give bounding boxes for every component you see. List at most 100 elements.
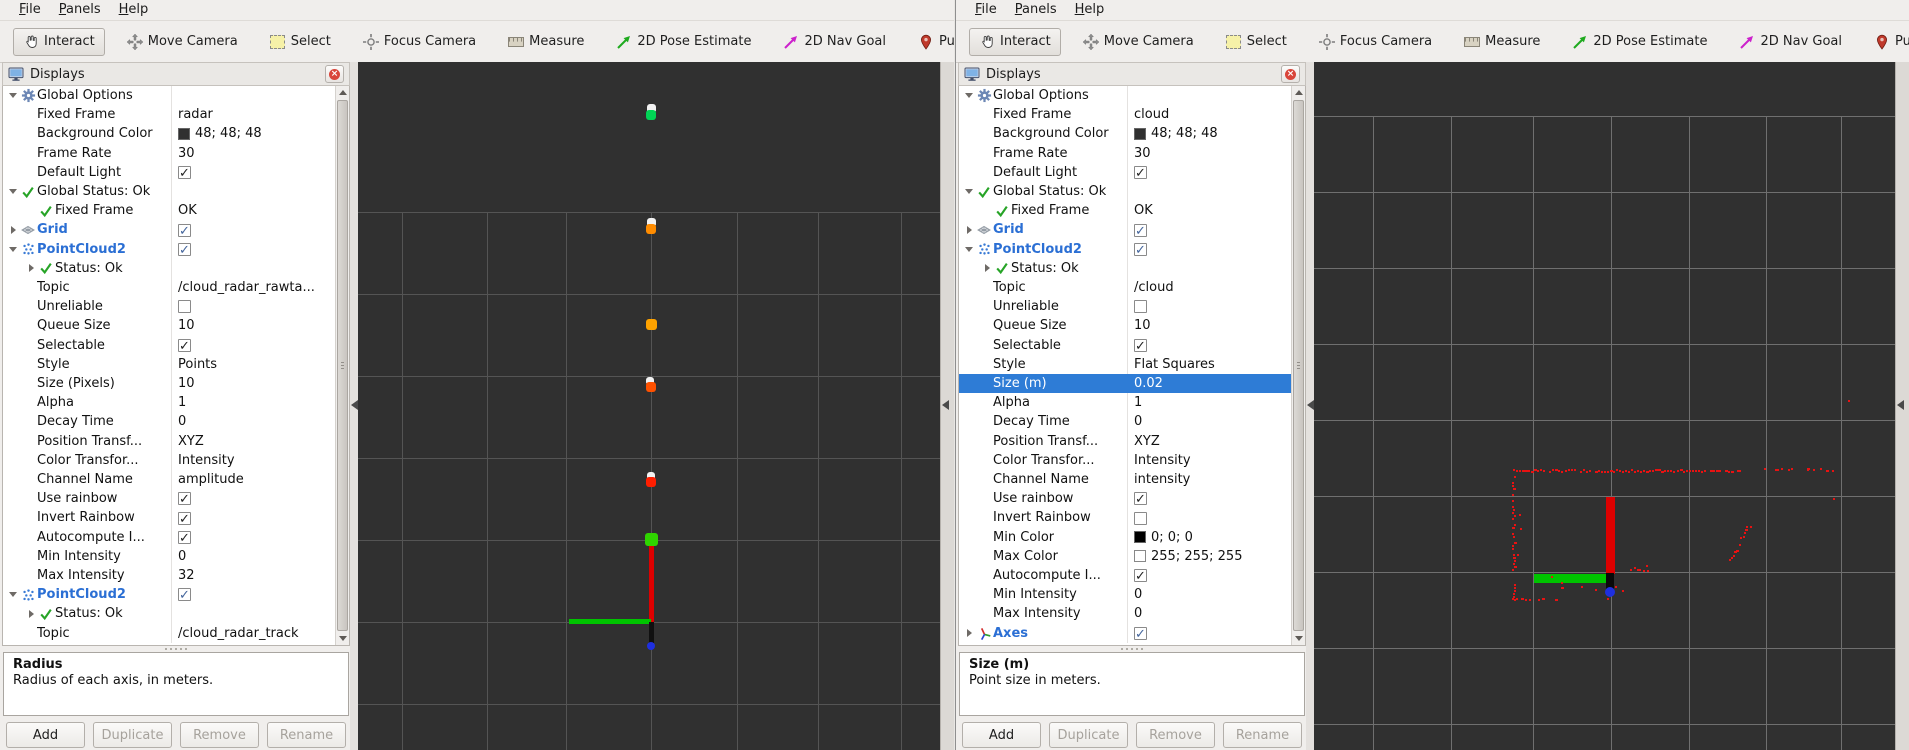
tree-row[interactable]: Alpha1 <box>3 393 336 412</box>
tool-interact[interactable]: Interact <box>969 28 1061 56</box>
tree-row[interactable]: Queue Size10 <box>3 316 336 335</box>
checkbox[interactable]: ✓ <box>178 531 191 544</box>
tree-row[interactable]: Channel Nameintensity <box>959 470 1292 489</box>
checkbox[interactable]: ✓ <box>178 492 191 505</box>
checkbox[interactable] <box>178 300 191 313</box>
menu-panels[interactable]: Panels <box>1006 0 1066 20</box>
tool-2d-nav-goal[interactable]: 2D Nav Goal <box>773 28 896 56</box>
expander-icon[interactable] <box>7 86 19 105</box>
tree-row[interactable]: PointCloud2✓ <box>959 240 1292 259</box>
checkbox[interactable]: ✓ <box>178 243 191 256</box>
tool-publish-point[interactable]: Publish Point <box>908 28 954 56</box>
right-panel-collapsed-strip[interactable] <box>1895 62 1909 750</box>
tree-row[interactable]: StyleFlat Squares <box>959 355 1292 374</box>
tree-row[interactable]: Selectable✓ <box>3 336 336 355</box>
add-button[interactable]: Add <box>962 722 1041 748</box>
tree-row[interactable]: Alpha1 <box>959 393 1292 412</box>
tool-focus-camera[interactable]: Focus Camera <box>353 28 486 56</box>
property-value[interactable]: 0 <box>178 412 186 431</box>
expander-icon[interactable] <box>963 220 975 239</box>
duplicate-button[interactable]: Duplicate <box>1049 722 1128 748</box>
checkbox[interactable]: ✓ <box>1134 569 1147 582</box>
tool-move-camera[interactable]: Move Camera <box>117 28 248 56</box>
menu-panels[interactable]: Panels <box>50 0 110 20</box>
viewport-3d[interactable] <box>1314 62 1897 750</box>
checkbox[interactable]: ✓ <box>1134 627 1147 640</box>
property-value[interactable]: 0 <box>1134 604 1142 623</box>
tree-row[interactable]: Decay Time0 <box>3 412 336 431</box>
property-value[interactable]: Intensity <box>178 451 235 470</box>
duplicate-button[interactable]: Duplicate <box>93 722 172 748</box>
tree-row[interactable]: Grid✓ <box>959 220 1292 239</box>
add-button[interactable]: Add <box>6 722 85 748</box>
checkbox[interactable]: ✓ <box>1134 339 1147 352</box>
property-value[interactable]: /cloud_radar_rawta... <box>178 278 315 297</box>
tree-row[interactable]: Background Color48; 48; 48 <box>3 124 336 143</box>
property-value[interactable]: XYZ <box>178 432 204 451</box>
tree-row[interactable]: Invert Rainbow <box>959 508 1292 527</box>
tree-row[interactable]: Unreliable <box>959 297 1292 316</box>
checkbox[interactable]: ✓ <box>1134 492 1147 505</box>
checkbox[interactable]: ✓ <box>1134 224 1147 237</box>
scrollbar-thumb[interactable] <box>337 100 348 631</box>
panel-close-button[interactable]: × <box>325 65 344 83</box>
right-panel-collapsed-strip[interactable] <box>940 62 954 750</box>
scroll-up-button[interactable] <box>1292 86 1305 99</box>
expander-icon[interactable] <box>7 585 19 604</box>
tree-row[interactable]: Global Status: Ok <box>3 182 336 201</box>
checkbox[interactable]: ✓ <box>178 339 191 352</box>
tool-2d-pose-estimate[interactable]: 2D Pose Estimate <box>1562 28 1717 56</box>
color-value[interactable]: 255; 255; 255 <box>1151 547 1242 566</box>
property-value[interactable]: amplitude <box>178 470 244 489</box>
tree-row[interactable]: Use rainbow✓ <box>959 489 1292 508</box>
tree-row[interactable]: PointCloud2✓ <box>3 240 336 259</box>
color-swatch[interactable] <box>1134 550 1146 562</box>
expander-icon[interactable] <box>25 259 37 278</box>
tool-select[interactable]: Select <box>1216 28 1297 56</box>
tree-row[interactable]: StylePoints <box>3 355 336 374</box>
tree-row[interactable]: Channel Nameamplitude <box>3 470 336 489</box>
tree-row[interactable]: Status: Ok <box>3 259 336 278</box>
tree-row[interactable]: Background Color48; 48; 48 <box>959 124 1292 143</box>
tree-row[interactable]: Size (Pixels)10 <box>3 374 336 393</box>
checkbox[interactable]: ✓ <box>178 588 191 601</box>
tree-row[interactable]: Unreliable <box>3 297 336 316</box>
tool-measure[interactable]: Measure <box>1454 28 1550 56</box>
tree-row[interactable]: Topic/cloud <box>959 278 1292 297</box>
property-value[interactable]: radar <box>178 105 213 124</box>
tool-interact[interactable]: Interact <box>13 28 105 56</box>
property-value[interactable]: 0 <box>1134 412 1142 431</box>
tool-publish-point[interactable]: Publish Point <box>1864 28 1909 56</box>
menu-file[interactable]: File <box>10 0 50 20</box>
checkbox[interactable] <box>1134 512 1147 525</box>
property-value[interactable]: intensity <box>1134 470 1190 489</box>
tree-row[interactable]: Autocompute I...✓ <box>3 528 336 547</box>
expand-left-icon[interactable] <box>942 400 949 410</box>
tree-row[interactable]: Selectable✓ <box>959 336 1292 355</box>
tree-row[interactable]: Fixed Frameradar <box>3 105 336 124</box>
tool-measure[interactable]: Measure <box>498 28 594 56</box>
tree-row[interactable]: Use rainbow✓ <box>3 489 336 508</box>
tree-row[interactable]: Frame Rate30 <box>3 144 336 163</box>
color-swatch[interactable] <box>178 128 190 140</box>
color-value[interactable]: 48; 48; 48 <box>195 124 262 143</box>
tree-row[interactable]: Global Options <box>959 86 1292 105</box>
checkbox[interactable]: ✓ <box>1134 166 1147 179</box>
property-value[interactable]: OK <box>1134 201 1153 220</box>
expander-icon[interactable] <box>7 240 19 259</box>
tree-row[interactable]: Invert Rainbow✓ <box>3 508 336 527</box>
color-swatch[interactable] <box>1134 531 1146 543</box>
tree-row[interactable]: Fixed FrameOK <box>959 201 1292 220</box>
tree-row[interactable]: Default Light✓ <box>959 163 1292 182</box>
checkbox[interactable]: ✓ <box>178 166 191 179</box>
tree-row[interactable]: Position Transf...XYZ <box>959 432 1292 451</box>
tree-row[interactable]: PointCloud2✓ <box>3 585 336 604</box>
viewport-3d[interactable] <box>358 62 941 750</box>
tree-row[interactable]: Grid✓ <box>3 220 336 239</box>
property-value[interactable]: 1 <box>1134 393 1142 412</box>
expander-icon[interactable] <box>963 182 975 201</box>
tree-row[interactable]: Queue Size10 <box>959 316 1292 335</box>
color-value[interactable]: 0; 0; 0 <box>1151 528 1193 547</box>
collapse-left-icon[interactable] <box>351 400 358 410</box>
tool-move-camera[interactable]: Move Camera <box>1073 28 1204 56</box>
